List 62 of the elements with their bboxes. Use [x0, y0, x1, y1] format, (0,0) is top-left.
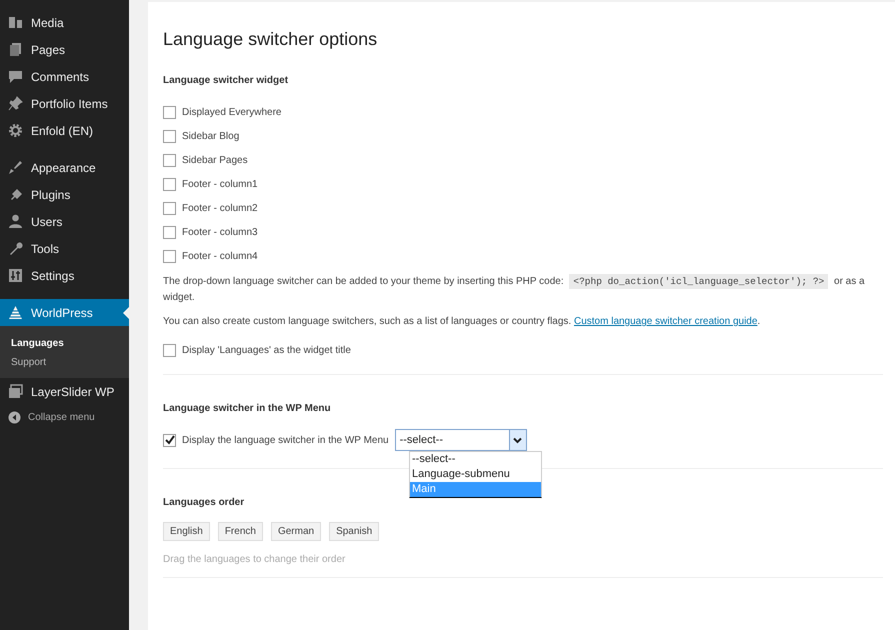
language-button[interactable]: Spanish	[329, 522, 380, 541]
menu-item[interactable]: Appearance	[0, 154, 129, 181]
sliders-icon	[8, 268, 23, 283]
checkbox-label: Footer - column1	[182, 178, 258, 190]
speech-bubble-icon	[8, 69, 23, 84]
checkbox[interactable]	[163, 434, 176, 446]
menu-item[interactable]: Enfold (EN)	[0, 117, 129, 144]
menu-item[interactable]: Portfolio Items	[0, 90, 129, 117]
section-heading: Languages order	[163, 497, 246, 508]
submenu-item[interactable]: Languages	[0, 334, 129, 353]
chevron-down-icon	[513, 436, 522, 444]
menu-item[interactable]: Media	[0, 9, 129, 36]
submenu-item[interactable]: Support	[0, 353, 129, 372]
section-heading: Language switcher in the WP Menu	[163, 403, 332, 414]
collapse-menu-button[interactable]: Collapse menu	[0, 405, 129, 430]
menu-item[interactable]: Users	[0, 208, 129, 235]
images-icon	[8, 384, 23, 399]
section-heading: Language switcher widget	[163, 75, 290, 86]
pages-icon	[8, 42, 23, 57]
paragraph: You can also create custom language switchers, such as a list of languages or country flags.	[163, 316, 572, 327]
person-icon	[8, 214, 23, 229]
menu-item[interactable]: Pages	[0, 36, 129, 63]
checkbox-label: Sidebar Blog	[182, 130, 240, 142]
checkbox[interactable]	[163, 178, 176, 190]
punctuation: .	[757, 316, 760, 327]
checkbox-label: Display 'Languages' as the widget title	[182, 344, 351, 356]
paragraph: The drop-down language switcher can be added to your theme by inserting this PHP code: <?php do_action('icl_language_selector'); ?> or as a widget.	[163, 274, 866, 305]
checkbox-label: Displayed Everywhere	[182, 106, 282, 118]
dropdown[interactable]: --select--	[394, 429, 527, 451]
dropdown-option[interactable]: Language-submenu	[410, 467, 541, 482]
checkbox[interactable]	[163, 344, 176, 356]
dropdown-option[interactable]: --select--	[410, 452, 541, 467]
language-button[interactable]: German	[270, 522, 322, 541]
checkbox[interactable]	[163, 130, 176, 142]
checkbox[interactable]	[163, 154, 176, 166]
gear-icon	[8, 123, 23, 138]
checkbox-label: Footer - column4	[182, 250, 258, 262]
collapse-icon	[8, 411, 21, 424]
brush-icon	[8, 160, 23, 175]
menu-item[interactable]: WorldPress	[0, 299, 129, 326]
checkbox-label: Display the language switcher in the WP Menu	[182, 434, 389, 446]
menu-item[interactable]: Tools	[0, 235, 129, 262]
guide-link[interactable]: Custom language switcher creation guide	[574, 316, 758, 327]
checkbox[interactable]	[163, 106, 176, 118]
media-icon	[8, 15, 23, 30]
checkbox[interactable]	[163, 202, 176, 214]
hint-text: Drag the languages to change their order	[163, 554, 346, 565]
page-title: Language switcher options	[163, 29, 378, 50]
checkbox-label: Sidebar Pages	[182, 154, 248, 166]
language-button[interactable]: English	[163, 522, 210, 541]
checkbox[interactable]	[163, 226, 176, 238]
menu-item[interactable]: Comments	[0, 63, 129, 90]
pin-icon	[8, 96, 23, 111]
checkbox-label: Footer - column2	[182, 202, 258, 214]
menu-item[interactable]: Plugins	[0, 181, 129, 208]
pyramid-icon	[8, 305, 23, 320]
menu-item[interactable]: LayerSlider WP	[0, 378, 129, 405]
checkbox[interactable]	[163, 250, 176, 262]
language-button[interactable]: French	[218, 522, 263, 541]
checkbox-label: Footer - column3	[182, 226, 258, 238]
wrench-icon	[8, 241, 23, 256]
menu-item[interactable]: Settings	[0, 262, 129, 289]
